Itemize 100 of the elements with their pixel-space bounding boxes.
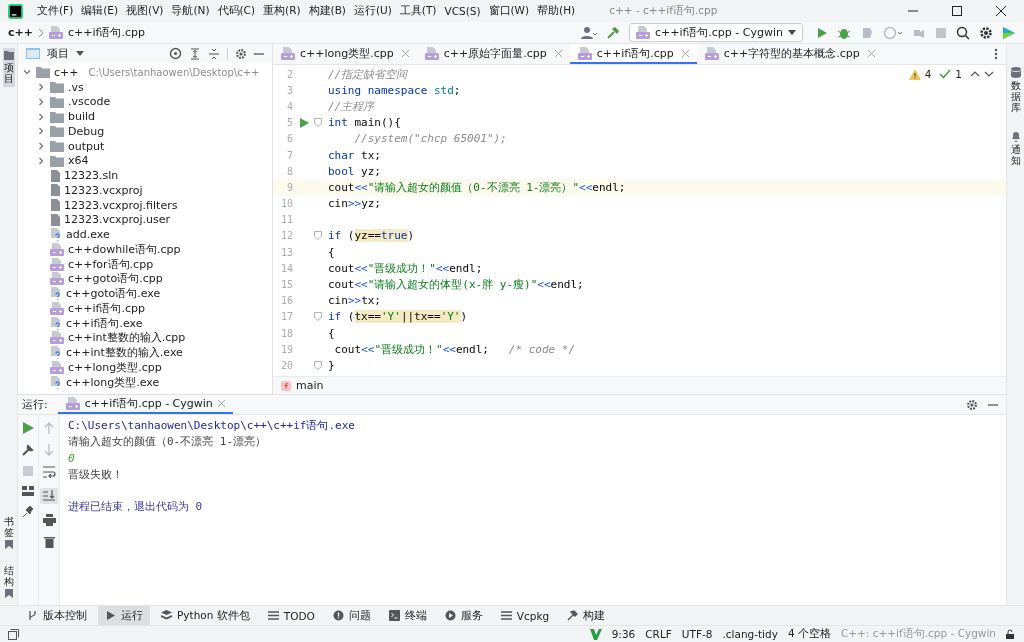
fold-icon[interactable]: [314, 231, 322, 241]
settings-icon[interactable]: [979, 25, 993, 40]
editor-tab[interactable]: c++long类型.cpp: [273, 44, 417, 64]
fold-icon[interactable]: [314, 118, 322, 128]
chevron-right-icon[interactable]: [37, 142, 45, 151]
tree-item[interactable]: 12323.vcxproj.user: [18, 212, 272, 228]
lock-icon[interactable]: [1006, 629, 1016, 639]
panel-toggle-icon[interactable]: [8, 628, 19, 640]
chevron-right-icon[interactable]: [37, 112, 45, 121]
expand-all-icon[interactable]: [189, 47, 201, 60]
settings-icon[interactable]: [966, 398, 978, 411]
tree-item[interactable]: c++long类型.exe: [18, 374, 272, 390]
search-icon[interactable]: [956, 25, 970, 40]
more-options-icon[interactable]: [994, 48, 998, 60]
maximize-icon[interactable]: [952, 6, 962, 16]
user-icon[interactable]: [580, 25, 597, 40]
layout-icon[interactable]: [22, 486, 34, 496]
settings-icon[interactable]: [235, 47, 247, 60]
pin-icon[interactable]: [22, 506, 34, 518]
file-encoding[interactable]: UTF-8: [681, 628, 713, 640]
chevron-right-icon[interactable]: [37, 156, 45, 165]
tool-window-tab[interactable]: 通知: [1009, 128, 1022, 169]
tool-window-button[interactable]: 终端: [381, 606, 434, 625]
tree-item[interactable]: add.exe: [18, 227, 272, 242]
tree-item[interactable]: c++if语句.exe: [18, 315, 272, 331]
chevron-down-icon[interactable]: [23, 68, 31, 77]
tool-window-button[interactable]: 服务: [437, 606, 490, 625]
dropdown-caret-icon[interactable]: [788, 29, 796, 36]
tree-item[interactable]: c++goto语句.exe: [18, 286, 272, 301]
tree-item[interactable]: c++int整数的输入.exe: [18, 345, 272, 360]
collapse-all-icon[interactable]: [208, 47, 220, 60]
tree-item[interactable]: build: [18, 109, 272, 124]
locate-icon[interactable]: [169, 47, 182, 60]
print-icon[interactable]: [42, 514, 56, 526]
trash-icon[interactable]: [43, 536, 55, 548]
tool-window-button[interactable]: Python 软件包: [154, 606, 257, 625]
tool-window-button[interactable]: 问题: [325, 606, 378, 625]
tree-item[interactable]: c++if语句.cpp: [18, 301, 272, 316]
fold-icon[interactable]: [314, 360, 322, 370]
check-icon[interactable]: [939, 68, 952, 80]
editor-tab[interactable]: c++字符型的基本概念.cpp: [696, 44, 883, 64]
run-icon[interactable]: [816, 26, 828, 39]
tree-item[interactable]: Debug: [18, 124, 272, 139]
chevron-right-icon[interactable]: [37, 97, 45, 106]
menu-item[interactable]: 编辑(E): [77, 4, 123, 18]
cursor-position[interactable]: 9:36: [611, 628, 636, 640]
tool-window-button[interactable]: TODO: [260, 606, 322, 625]
tree-item[interactable]: 12323.vcxproj: [18, 183, 272, 198]
menu-item[interactable]: 重构(R): [259, 4, 305, 18]
tree-item[interactable]: c++dowhile语句.cpp: [18, 242, 272, 257]
line-separator[interactable]: CRLF: [645, 628, 672, 640]
tool-window-tab[interactable]: 项目: [2, 48, 15, 87]
tree-item[interactable]: output: [18, 138, 272, 154]
chevron-right-icon[interactable]: [37, 127, 45, 136]
editor-tab[interactable]: c++原始字面量.cpp: [416, 44, 570, 64]
vim-icon[interactable]: [589, 628, 602, 640]
tool-window-button[interactable]: 运行: [98, 606, 150, 625]
tree-item[interactable]: c++ C:\Users\tanhaowen\Desktop\c++: [18, 65, 272, 80]
tree-item[interactable]: c++goto语句.cpp: [18, 271, 272, 287]
menu-item[interactable]: VCS(S): [440, 5, 485, 17]
menu-item[interactable]: 帮助(H): [533, 4, 580, 18]
rerun-icon[interactable]: [22, 422, 34, 434]
run-configuration-dropdown[interactable]: c++if语句.cpp - Cygwin: [628, 23, 803, 42]
tool-window-button[interactable]: 构建: [560, 606, 613, 625]
tree-item[interactable]: .vscode: [18, 94, 272, 110]
menu-item[interactable]: 视图(V): [122, 4, 168, 18]
menu-item[interactable]: 代码(C): [213, 4, 260, 18]
indent-setting[interactable]: 4 个空格: [787, 627, 831, 641]
menu-item[interactable]: 窗口(W): [484, 4, 534, 18]
run-tab[interactable]: c++if语句.cpp - Cygwin: [57, 395, 233, 414]
tree-item[interactable]: c++long类型.cpp: [18, 360, 272, 375]
menu-item[interactable]: 工具(T): [395, 4, 441, 18]
menu-item[interactable]: 运行(U): [349, 4, 396, 18]
tool-window-tab[interactable]: 结构: [2, 562, 15, 601]
breadcrumb-item[interactable]: c++: [8, 26, 33, 39]
run-icon[interactable]: [299, 117, 309, 128]
previous-icon[interactable]: [970, 70, 980, 78]
soft-wrap-icon[interactable]: [42, 466, 56, 478]
tool-window-tab[interactable]: 书签: [2, 513, 15, 552]
tree-item[interactable]: c++for语句.cpp: [18, 256, 272, 272]
tree-item[interactable]: .vs: [18, 79, 272, 95]
wrench-icon[interactable]: [22, 444, 34, 456]
close-icon[interactable]: [996, 6, 1006, 16]
editor-tab[interactable]: c++if语句.cpp: [569, 44, 697, 64]
code-style[interactable]: .clang-tidy: [722, 628, 778, 640]
tree-item[interactable]: 12323.vcxproj.filters: [18, 197, 272, 213]
tool-window-tab[interactable]: 数据库: [1009, 64, 1022, 116]
menu-item[interactable]: 构建(B): [304, 4, 350, 18]
scroll-to-end-icon[interactable]: [40, 488, 58, 504]
hammer-icon[interactable]: [605, 25, 620, 40]
tree-item[interactable]: x64: [18, 153, 272, 169]
menu-item[interactable]: 文件(F): [33, 4, 78, 18]
tool-window-button[interactable]: 版本控制: [20, 606, 94, 625]
tree-item[interactable]: c++int整数的输入.cpp: [18, 330, 272, 346]
tool-window-button[interactable]: Vcpkg: [493, 606, 557, 625]
menu-item[interactable]: 导航(N): [167, 4, 214, 18]
chevron-right-icon[interactable]: [37, 83, 45, 92]
breadcrumb-item[interactable]: main: [296, 379, 324, 392]
panel-title[interactable]: 项目: [47, 46, 69, 61]
next-icon[interactable]: [984, 70, 994, 78]
